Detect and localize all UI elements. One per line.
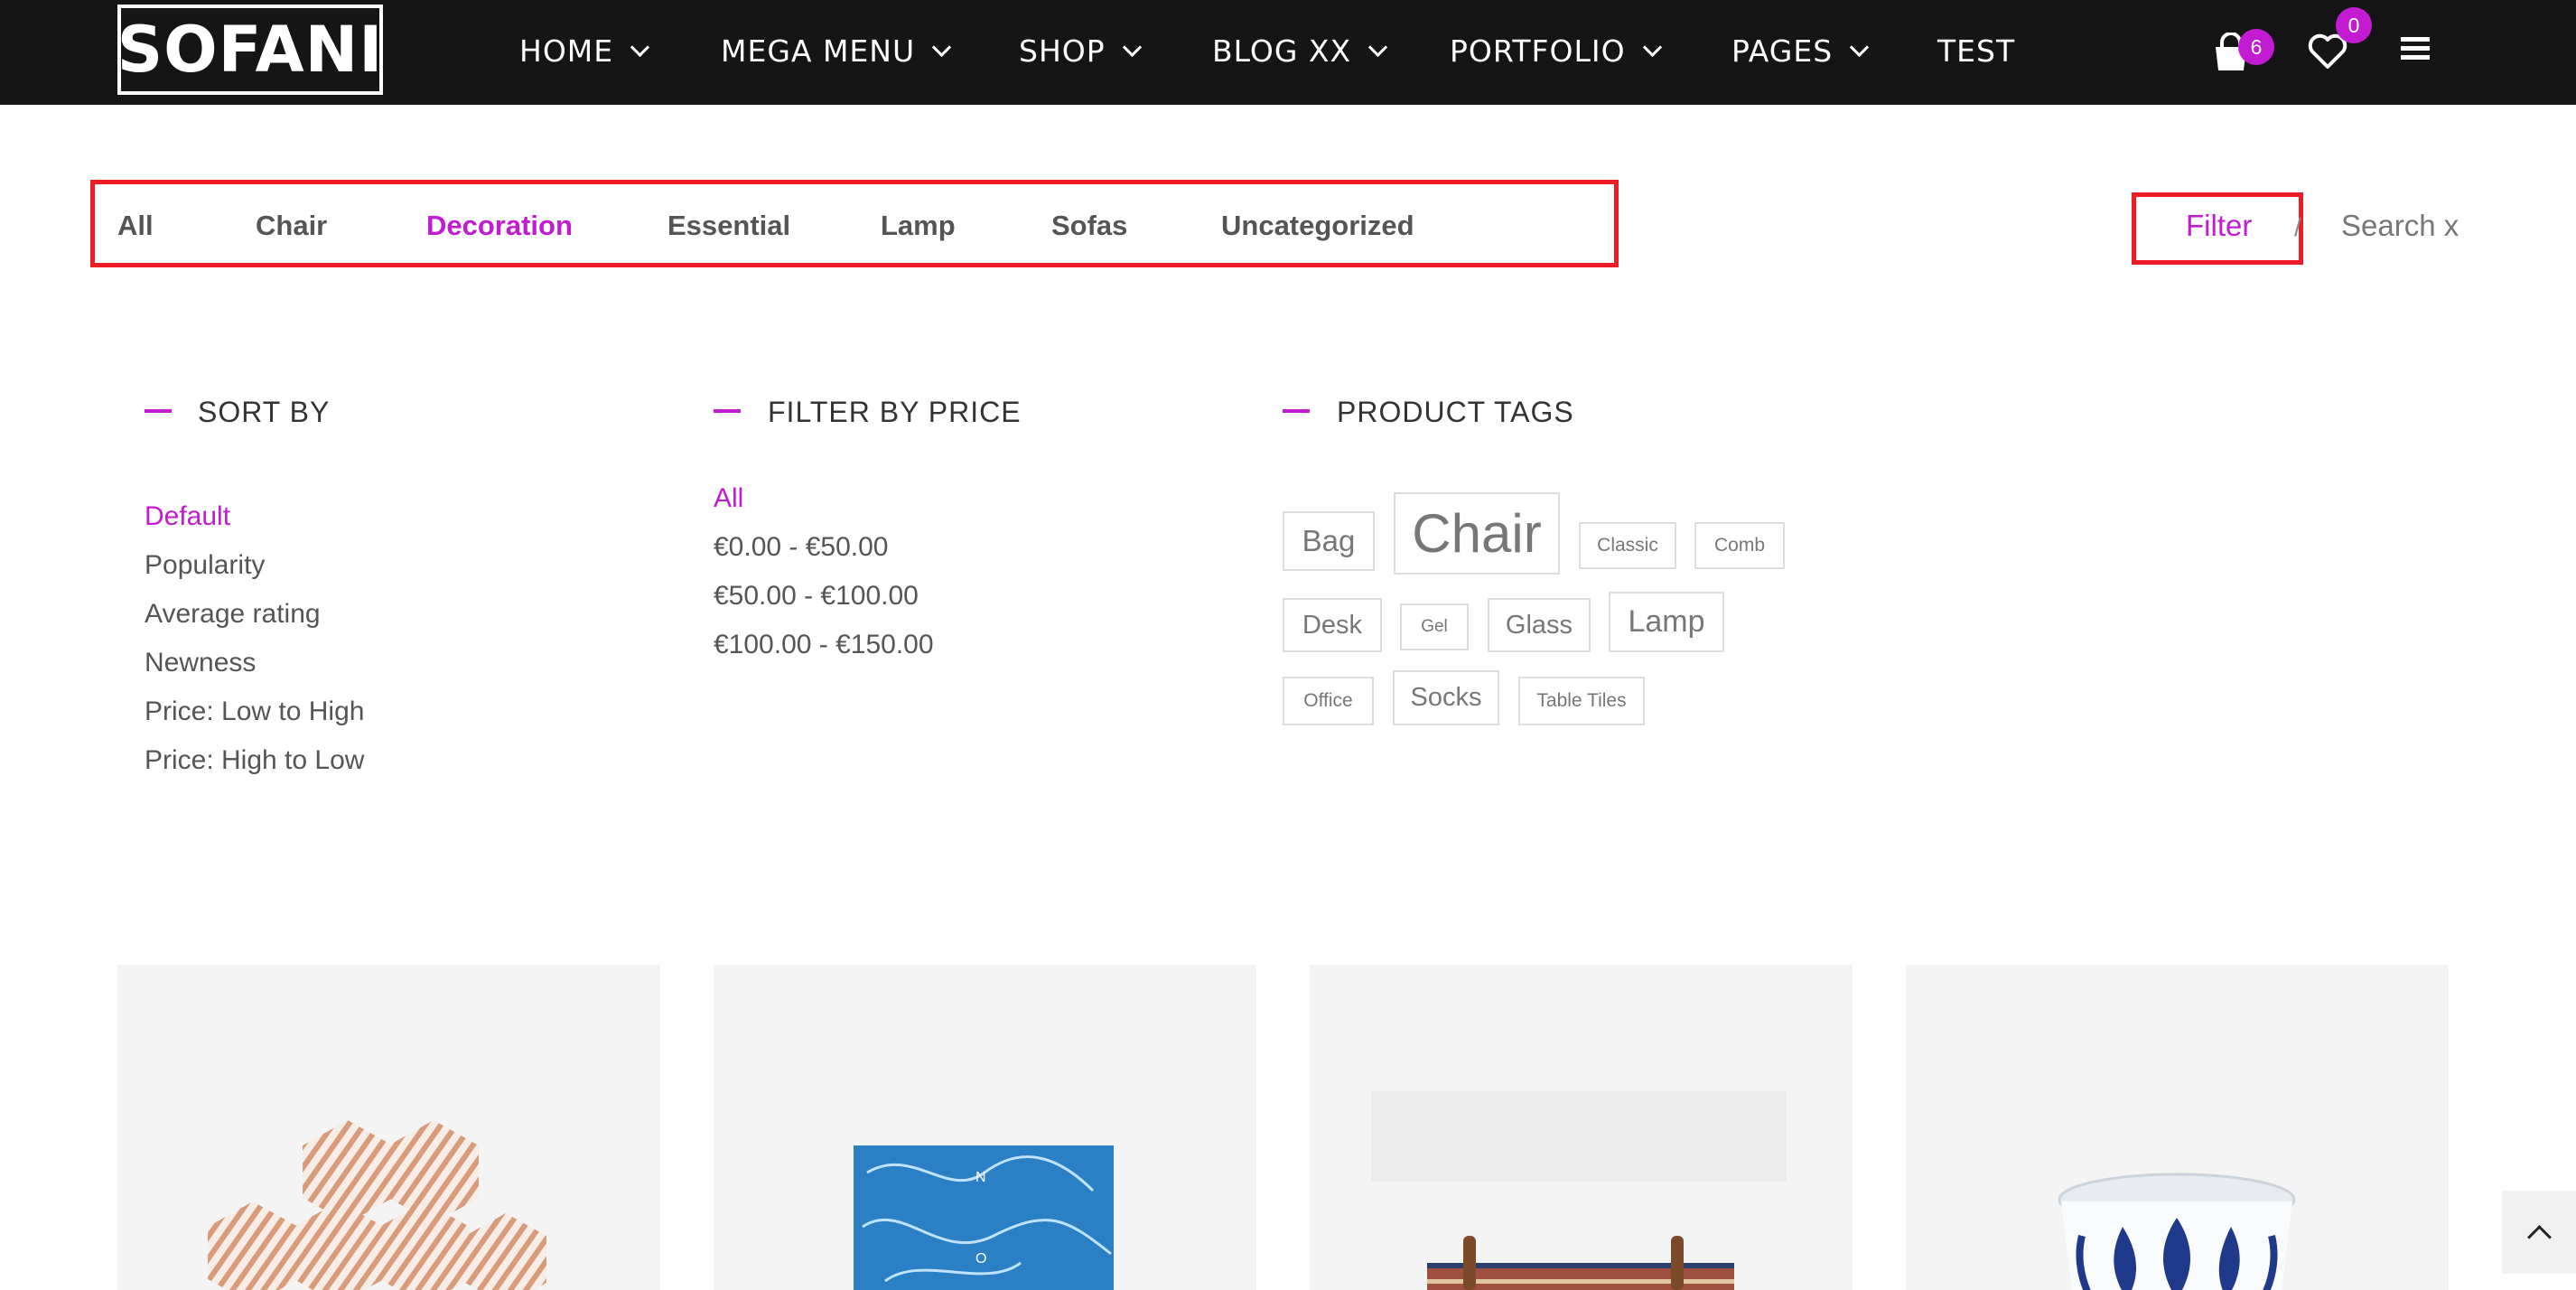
nav-test[interactable]: TEST: [1937, 0, 2015, 101]
nav-blog[interactable]: BLOG XX: [1212, 0, 1388, 101]
cart-button[interactable]: 6: [2211, 29, 2276, 74]
tag-classic[interactable]: Classic: [1579, 522, 1676, 569]
nav-mega-menu-label: MEGA MENU: [721, 33, 916, 69]
scroll-to-top-button[interactable]: [2502, 1191, 2576, 1274]
chevron-down-icon: [1642, 37, 1662, 57]
tag-socks[interactable]: Socks: [1393, 670, 1499, 725]
category-tab-all[interactable]: All: [117, 208, 154, 244]
wishlist-button[interactable]: 0: [2305, 7, 2377, 79]
nav-portfolio[interactable]: PORTFOLIO: [1450, 0, 1662, 101]
svg-text:N: N: [975, 1170, 986, 1185]
section-dash: [714, 409, 741, 413]
nav-pages-label: PAGES: [1731, 33, 1834, 69]
nav-home[interactable]: HOME: [519, 0, 650, 101]
nav-mega-menu[interactable]: MEGA MENU: [721, 0, 952, 101]
tag-chair[interactable]: Chair: [1394, 492, 1560, 575]
nav-portfolio-label: PORTFOLIO: [1450, 33, 1626, 69]
price-option-50-100[interactable]: €50.00 - €100.00: [714, 578, 919, 614]
tag-comb[interactable]: Comb: [1694, 522, 1785, 569]
price-option-0-50[interactable]: €0.00 - €50.00: [714, 529, 889, 566]
product-image-blue-notebook: N O: [854, 1145, 1114, 1290]
product-card[interactable]: [117, 965, 660, 1290]
category-tab-chair[interactable]: Chair: [256, 208, 327, 244]
product-card[interactable]: [1310, 965, 1853, 1290]
nav-test-label: TEST: [1937, 33, 2016, 69]
chevron-down-icon: [1850, 37, 1870, 57]
section-dash: [1283, 409, 1310, 413]
sort-by-title: SORT BY: [198, 396, 331, 428]
product-image-picnic-blanket-bag: [1371, 1091, 1787, 1290]
category-tab-essential[interactable]: Essential: [667, 208, 790, 244]
site-logo[interactable]: SOFANI: [117, 5, 383, 95]
price-option-all[interactable]: All: [714, 481, 743, 517]
toolbar-separator: /: [2294, 213, 2301, 241]
nav-home-label: HOME: [519, 33, 614, 69]
category-tab-decoration[interactable]: Decoration: [426, 208, 573, 244]
nav-pages[interactable]: PAGES: [1731, 0, 1870, 101]
wishlist-count-badge: 0: [2336, 7, 2372, 43]
site-header: SOFANI HOME MEGA MENU SHOP BLOG XX PORTF…: [0, 0, 2576, 105]
sort-option-price-low-high[interactable]: Price: Low to High: [145, 694, 364, 730]
product-card[interactable]: [1906, 965, 2449, 1290]
svg-text:O: O: [975, 1251, 986, 1267]
hamburger-menu-button[interactable]: [2401, 33, 2430, 63]
nav-blog-label: BLOG XX: [1212, 33, 1352, 69]
product-image-hexagon-coasters: [208, 1120, 546, 1290]
tag-desk[interactable]: Desk: [1283, 598, 1382, 652]
chevron-down-icon: [932, 37, 952, 57]
category-tab-sofas[interactable]: Sofas: [1051, 208, 1127, 244]
sort-option-average-rating[interactable]: Average rating: [145, 596, 321, 632]
chevron-down-icon: [1122, 37, 1142, 57]
tag-table-tiles[interactable]: Table Tiles: [1518, 677, 1645, 725]
tag-office[interactable]: Office: [1283, 677, 1374, 725]
tag-gel[interactable]: Gel: [1400, 603, 1469, 650]
sort-option-default[interactable]: Default: [145, 499, 230, 535]
filter-toggle-button[interactable]: Filter: [2186, 208, 2252, 244]
product-tags-title: PRODUCT TAGS: [1337, 396, 1574, 428]
price-option-100-150[interactable]: €100.00 - €150.00: [714, 627, 934, 663]
search-toggle-button[interactable]: Search x: [2341, 208, 2459, 244]
category-tab-uncategorized[interactable]: Uncategorized: [1221, 208, 1414, 244]
product-card[interactable]: N O: [714, 965, 1256, 1290]
chevron-down-icon: [630, 37, 650, 57]
hamburger-menu-icon: [2401, 37, 2430, 60]
tag-bag[interactable]: Bag: [1283, 511, 1375, 571]
tag-glass[interactable]: Glass: [1488, 598, 1591, 652]
tag-lamp[interactable]: Lamp: [1609, 592, 1724, 652]
nav-shop-label: SHOP: [1019, 33, 1106, 69]
sort-option-price-high-low[interactable]: Price: High to Low: [145, 743, 364, 779]
category-tab-lamp[interactable]: Lamp: [881, 208, 956, 244]
filter-by-price-title: FILTER BY PRICE: [768, 396, 1022, 428]
nav-shop[interactable]: SHOP: [1019, 0, 1142, 101]
cart-count-badge: 6: [2238, 29, 2274, 65]
section-dash: [145, 409, 172, 413]
sort-option-popularity[interactable]: Popularity: [145, 547, 265, 584]
sort-option-newness[interactable]: Newness: [145, 645, 256, 681]
chevron-up-icon: [2526, 1224, 2552, 1249]
chevron-down-icon: [1368, 37, 1388, 57]
product-image-patterned-cup: [2058, 1173, 2296, 1290]
